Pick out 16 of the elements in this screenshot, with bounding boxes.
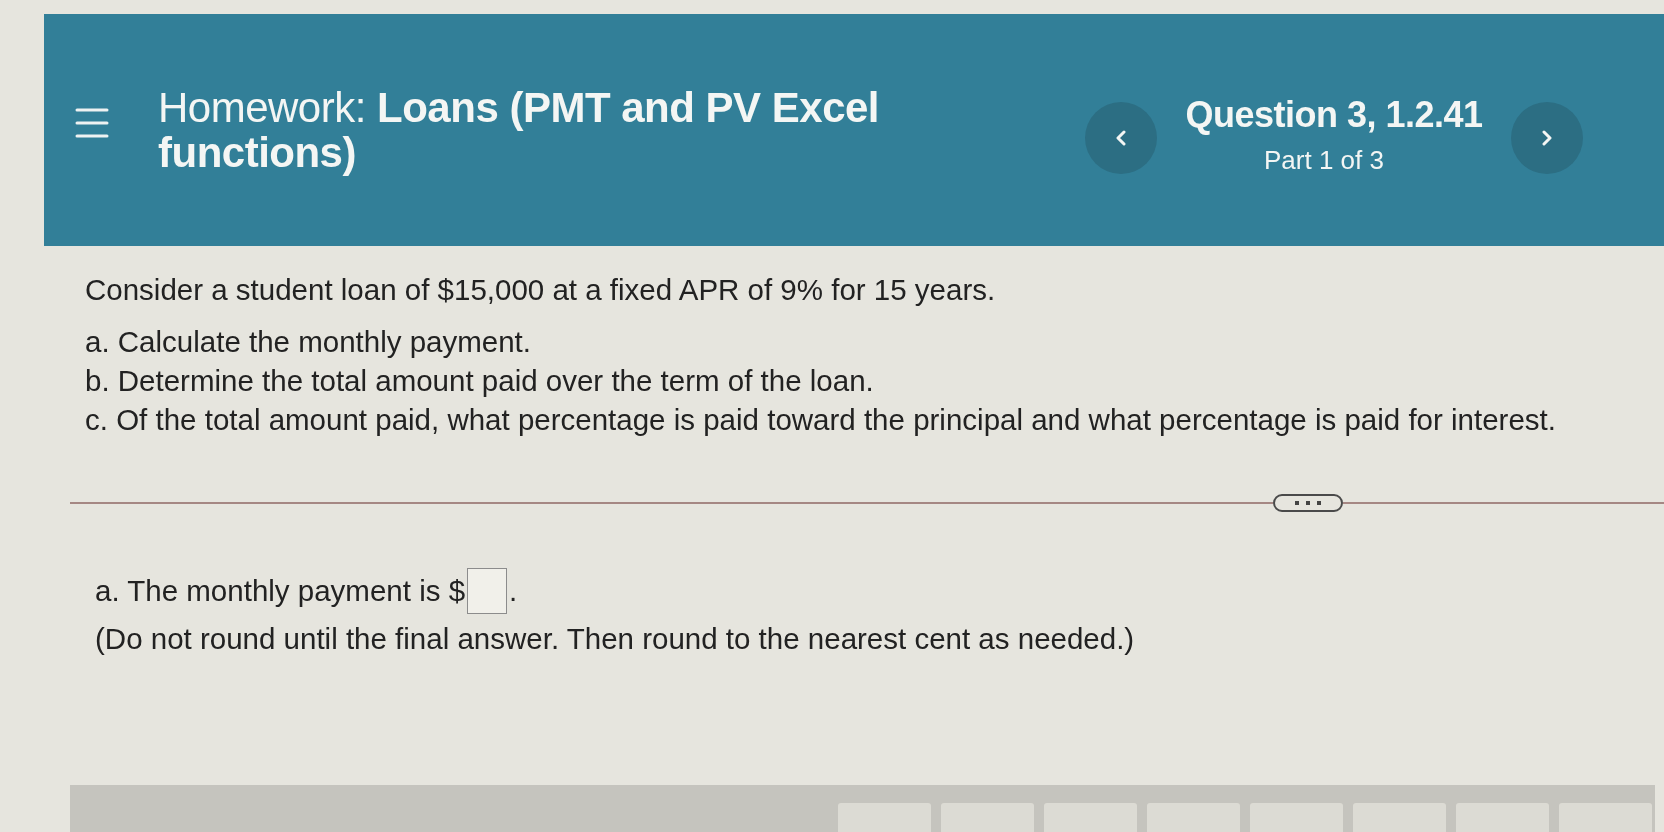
chevron-right-icon <box>1542 130 1552 146</box>
problem-statement: Consider a student loan of $15,000 at a fixed APR of 9% for 15 years. <box>85 272 997 308</box>
rounding-note: (Do not round until the final answer. Then round to the nearest cent as needed.) <box>95 621 1136 657</box>
answer-input[interactable] <box>467 568 508 614</box>
expand-button[interactable] <box>1273 494 1343 512</box>
answer-suffix: . <box>509 574 518 608</box>
task-text: b. Determine the total amount paid over the term of the loan. <box>85 363 875 399</box>
ellipsis-icon <box>1295 501 1321 505</box>
chevron-left-icon <box>1116 130 1126 146</box>
answer-prompt: a. The monthly payment is $ <box>95 574 466 608</box>
part-indicator: Part 1 of 3 <box>1264 145 1384 175</box>
task-text: a. Calculate the monthly payment. <box>85 324 532 360</box>
task-text: c. Of the total amount paid, what percentage is paid toward the principal and what percentage is paid for interest. <box>85 402 1557 438</box>
menu-icon[interactable] <box>75 108 109 138</box>
homework-title: Homework: Loans (PMT and PV Excel functions) <box>158 85 881 175</box>
question-number: Question 3, 1.2.41 <box>1185 95 1483 135</box>
